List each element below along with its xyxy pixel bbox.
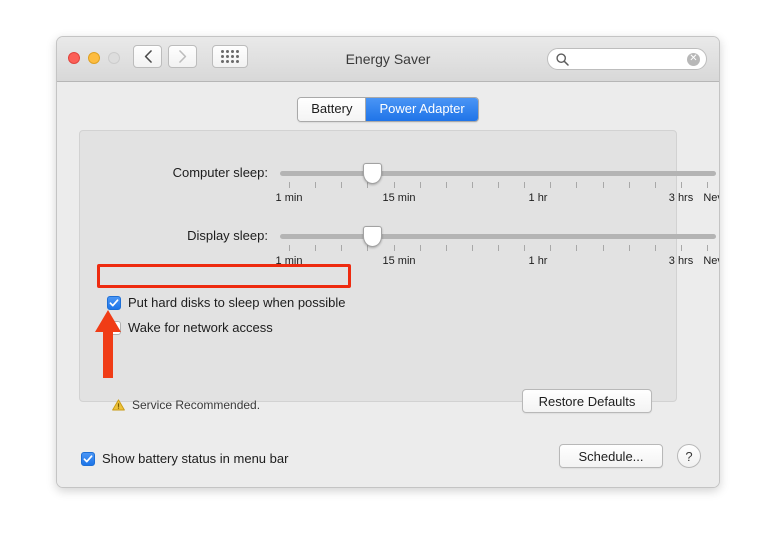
scale-label: 15 min: [382, 192, 415, 204]
clear-search-icon[interactable]: ✕: [687, 53, 700, 66]
slider-tick: [655, 245, 656, 251]
slider-tick: [576, 182, 577, 188]
slider-tick: [681, 245, 682, 251]
slider-tick: [629, 182, 630, 188]
slider-tick: [550, 245, 551, 251]
search-field[interactable]: ✕: [547, 48, 707, 70]
window-titlebar: Energy Saver ✕: [57, 37, 719, 82]
window-body: Battery Power Adapter Computer sleep: 1 …: [57, 82, 719, 488]
slider-tick: [498, 182, 499, 188]
slider-tick: [707, 245, 708, 251]
tab-bar: Battery Power Adapter: [57, 97, 719, 122]
slider-track: [280, 171, 716, 176]
screen-root: Energy Saver ✕ Battery Power Adapter: [0, 0, 776, 556]
restore-defaults-button[interactable]: Restore Defaults: [522, 389, 652, 413]
schedule-button[interactable]: Schedule...: [559, 444, 663, 468]
slider-tick: [420, 182, 421, 188]
battery-status-checkbox[interactable]: [81, 452, 95, 466]
slider-tick: [341, 182, 342, 188]
slider-scale-labels: 1 min 15 min 1 hr 3 hrs Never: [280, 192, 716, 206]
scale-label: 3 hrs: [669, 192, 693, 204]
hard-disks-checkbox[interactable]: [107, 296, 121, 310]
slider-tick: [629, 245, 630, 251]
slider-ticks: [280, 245, 716, 251]
slider-tick: [315, 245, 316, 251]
checkmark-icon: [83, 454, 93, 464]
slider-tick: [341, 245, 342, 251]
slider-tick: [446, 245, 447, 251]
slider-ticks: [280, 182, 716, 188]
scale-label: 1 min: [276, 255, 303, 267]
slider-tick: [655, 182, 656, 188]
settings-panel: Computer sleep: 1 min 15 min 1 hr 3 hrs …: [79, 130, 677, 402]
slider-tick: [289, 245, 290, 251]
wake-network-checkbox[interactable]: [107, 321, 121, 335]
slider-tick: [550, 182, 551, 188]
battery-status-checkbox-row[interactable]: Show battery status in menu bar: [81, 451, 288, 466]
slider-tick: [315, 182, 316, 188]
scale-label: Never: [703, 255, 720, 267]
display-sleep-label: Display sleep:: [80, 228, 268, 243]
search-icon: [556, 53, 569, 66]
tab-battery[interactable]: Battery: [298, 98, 365, 121]
wake-network-checkbox-label: Wake for network access: [128, 320, 273, 335]
search-input[interactable]: [574, 52, 687, 66]
wake-network-checkbox-row[interactable]: Wake for network access: [107, 320, 273, 335]
scale-label: 1 min: [276, 192, 303, 204]
slider-tick: [394, 182, 395, 188]
scale-label: 3 hrs: [669, 255, 693, 267]
battery-status-checkbox-label: Show battery status in menu bar: [102, 451, 288, 466]
slider-tick: [603, 182, 604, 188]
slider-tick: [420, 245, 421, 251]
scale-label: Never: [703, 192, 720, 204]
checkmark-icon: [109, 298, 119, 308]
hard-disks-checkbox-row[interactable]: Put hard disks to sleep when possible: [107, 295, 346, 310]
slider-tick: [524, 245, 525, 251]
slider-tick: [498, 245, 499, 251]
slider-tick: [289, 182, 290, 188]
slider-tick: [446, 182, 447, 188]
hard-disks-checkbox-label: Put hard disks to sleep when possible: [128, 295, 346, 310]
scale-label: 1 hr: [529, 255, 548, 267]
display-sleep-slider[interactable]: 1 min 15 min 1 hr 3 hrs Never: [280, 234, 716, 270]
slider-tick: [472, 245, 473, 251]
slider-tick: [707, 182, 708, 188]
tab-power-adapter[interactable]: Power Adapter: [365, 98, 477, 121]
energy-saver-window: Energy Saver ✕ Battery Power Adapter: [56, 36, 720, 488]
scale-label: 15 min: [382, 255, 415, 267]
slider-scale-labels: 1 min 15 min 1 hr 3 hrs Never: [280, 255, 716, 269]
computer-sleep-slider[interactable]: 1 min 15 min 1 hr 3 hrs Never: [280, 171, 716, 207]
slider-tick: [576, 245, 577, 251]
help-button[interactable]: ?: [677, 444, 701, 468]
slider-thumb[interactable]: [363, 163, 382, 184]
slider-thumb[interactable]: [363, 226, 382, 247]
service-notice: Service Recommended.: [112, 398, 260, 412]
slider-tick: [524, 182, 525, 188]
slider-tick: [394, 245, 395, 251]
warning-triangle-icon: [112, 399, 125, 411]
computer-sleep-label: Computer sleep:: [80, 165, 268, 180]
scale-label: 1 hr: [529, 192, 548, 204]
slider-tick: [681, 182, 682, 188]
service-notice-label: Service Recommended.: [132, 398, 260, 412]
slider-tick: [472, 182, 473, 188]
slider-tick: [603, 245, 604, 251]
slider-track: [280, 234, 716, 239]
